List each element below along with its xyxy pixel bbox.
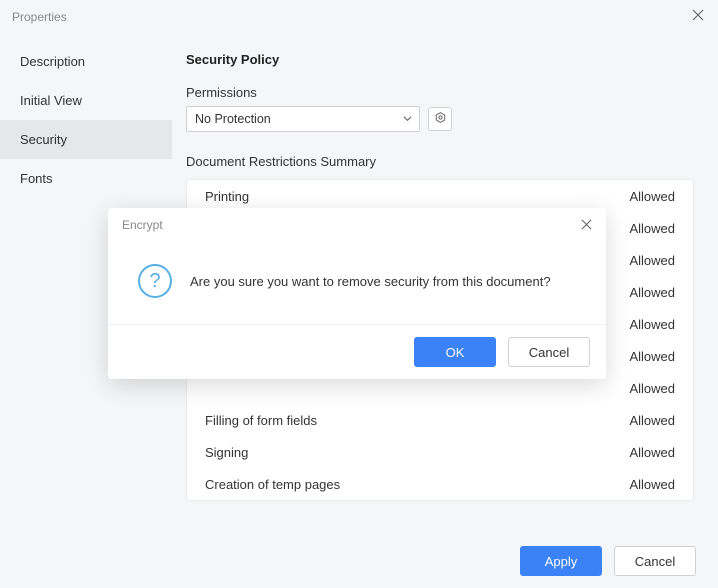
sidebar-item-description[interactable]: Description [0, 42, 172, 81]
restriction-value: Allowed [629, 445, 675, 460]
restriction-name: Creation of temp pages [205, 477, 340, 492]
table-row: Filling of form fields Allowed [187, 404, 693, 436]
permissions-settings-button[interactable] [428, 107, 452, 131]
modal-body: ? Are you sure you want to remove securi… [108, 242, 606, 324]
restriction-name: Signing [205, 445, 248, 460]
restriction-value: Allowed [629, 189, 675, 204]
cancel-button[interactable]: Cancel [614, 546, 696, 576]
permissions-label: Permissions [186, 85, 694, 100]
restriction-value: Allowed [629, 413, 675, 428]
chevron-down-icon [403, 112, 412, 126]
modal-close-icon[interactable] [581, 218, 592, 233]
modal-title: Encrypt [122, 218, 163, 232]
properties-window: Properties Description Initial View Secu… [0, 0, 718, 588]
titlebar: Properties [0, 0, 718, 34]
restriction-name: Filling of form fields [205, 413, 317, 428]
restriction-value: Allowed [629, 285, 675, 300]
close-icon[interactable] [692, 9, 704, 25]
window-title: Properties [12, 10, 67, 24]
question-icon: ? [138, 264, 172, 298]
table-row: Creation of temp pages Allowed [187, 468, 693, 500]
dialog-footer: Apply Cancel [0, 534, 718, 588]
modal-message: Are you sure you want to remove security… [190, 274, 551, 289]
modal-titlebar: Encrypt [108, 208, 606, 242]
gear-icon [434, 111, 447, 127]
restriction-value: Allowed [629, 253, 675, 268]
permissions-select[interactable]: No Protection [186, 106, 420, 132]
section-title: Security Policy [186, 52, 694, 67]
restrictions-summary-label: Document Restrictions Summary [186, 154, 694, 169]
restriction-value: Allowed [629, 477, 675, 492]
restriction-value: Allowed [629, 381, 675, 396]
modal-footer: OK Cancel [108, 324, 606, 379]
table-row: Signing Allowed [187, 436, 693, 468]
sidebar-item-fonts[interactable]: Fonts [0, 159, 172, 198]
encrypt-dialog: Encrypt ? Are you sure you want to remov… [108, 208, 606, 379]
permissions-row: No Protection [186, 106, 694, 132]
apply-button[interactable]: Apply [520, 546, 602, 576]
ok-button[interactable]: OK [414, 337, 496, 367]
restriction-value: Allowed [629, 349, 675, 364]
restriction-value: Allowed [629, 317, 675, 332]
modal-cancel-button[interactable]: Cancel [508, 337, 590, 367]
restriction-value: Allowed [629, 221, 675, 236]
sidebar-item-security[interactable]: Security [0, 120, 172, 159]
permissions-value: No Protection [195, 112, 271, 126]
restriction-name: Printing [205, 189, 249, 204]
sidebar-item-initial-view[interactable]: Initial View [0, 81, 172, 120]
